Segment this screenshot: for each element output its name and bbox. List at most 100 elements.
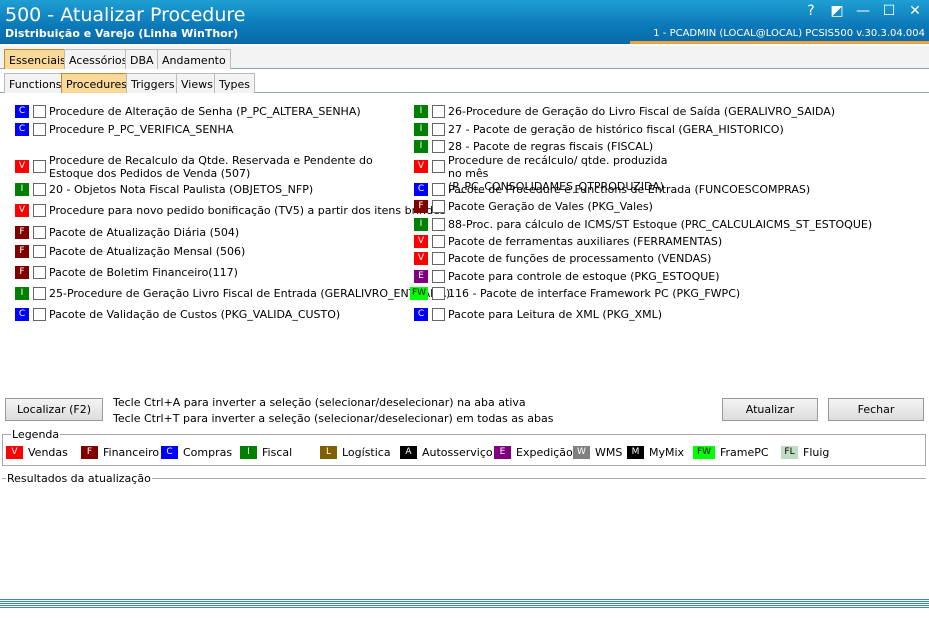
tab-views[interactable]: Views: [176, 73, 218, 93]
item-checkbox[interactable]: [432, 122, 445, 136]
item-checkbox[interactable]: [432, 234, 445, 248]
legend-badge: L: [320, 446, 337, 459]
list-item: V Pacote de funções de processamento (VEN…: [414, 250, 924, 266]
item-checkbox[interactable]: [33, 182, 46, 196]
category-badge: C: [414, 307, 428, 321]
tab-acessorios[interactable]: Acessórios: [64, 49, 133, 69]
legend-item: L Logística: [320, 446, 391, 459]
item-label: Procedure de Recalculo da Qtde. Reservad…: [49, 154, 373, 180]
list-item: F Pacote Geração de Vales (PKG_Vales): [414, 198, 924, 214]
category-badge: E: [414, 269, 428, 283]
item-label: Pacote para Leitura de XML (PKG_XML): [448, 307, 663, 321]
hint-ctrl-a: Tecle Ctrl+A para inverter a seleção (se…: [113, 396, 526, 409]
legend-label: Fiscal: [262, 446, 293, 459]
legend-badge: W: [573, 446, 590, 459]
legend-label: Logística: [342, 446, 391, 459]
item-checkbox[interactable]: [33, 286, 46, 300]
list-item: C Pacote de Validação de Custos (PKG_VALI…: [15, 306, 410, 322]
list-item: F Pacote de Boletim Financeiro(117): [15, 264, 410, 280]
tab-types[interactable]: Types: [214, 73, 255, 93]
legend-item: F Financeiro: [81, 446, 159, 459]
category-badge: C: [15, 104, 29, 118]
category-badge: V: [414, 251, 428, 265]
item-label: Pacote de Validação de Custos (PKG_VALID…: [49, 307, 341, 321]
item-checkbox[interactable]: [432, 251, 445, 265]
item-label: Pacote de funções de processamento (VEND…: [448, 251, 712, 265]
item-checkbox[interactable]: [432, 160, 445, 173]
category-badge: V: [15, 203, 29, 217]
item-checkbox[interactable]: [432, 139, 445, 153]
category-badge: FW: [410, 286, 428, 300]
legend-item: FW FramePC: [693, 446, 769, 459]
legend-panel: Legenda V Vendas F Financeiro C Compras I Fi…: [2, 428, 926, 466]
item-checkbox[interactable]: [33, 104, 46, 118]
item-checkbox[interactable]: [432, 182, 445, 196]
legend-item: W WMS: [573, 446, 622, 459]
legend-badge: FW: [693, 446, 715, 459]
legend-label: Expedição: [516, 446, 573, 459]
category-badge: V: [15, 160, 29, 173]
item-label: Pacote de Procedure e Functions de Entra…: [448, 182, 811, 196]
fechar-button[interactable]: Fechar: [828, 398, 924, 421]
legend-item: M MyMix: [627, 446, 684, 459]
legend-badge: A: [400, 446, 417, 459]
tab-procedures[interactable]: Procedures: [61, 73, 132, 93]
tab-triggers[interactable]: Triggers: [126, 73, 180, 93]
item-checkbox[interactable]: [432, 217, 445, 231]
tab-dba[interactable]: DBA: [125, 49, 159, 69]
window-controls: ? ◩ — ☐ ✕: [803, 3, 923, 19]
list-item: F Pacote de Atualização Mensal (506): [15, 243, 410, 259]
item-checkbox[interactable]: [33, 160, 46, 173]
item-checkbox[interactable]: [432, 307, 445, 321]
category-badge: I: [414, 217, 428, 231]
legend-item: V Vendas: [6, 446, 68, 459]
atualizar-button[interactable]: Atualizar: [722, 398, 818, 421]
list-item: FW 116 - Pacote de interface Framework PC…: [410, 285, 924, 301]
legend-badge: V: [6, 446, 23, 459]
item-checkbox[interactable]: [432, 269, 445, 283]
sub-tab-bar: Functions Procedures Triggers Views Type…: [0, 71, 929, 93]
legend-item: E Expedição: [494, 446, 573, 459]
item-checkbox[interactable]: [432, 104, 445, 118]
item-checkbox[interactable]: [33, 244, 46, 258]
item-label: Procedure P_PC_VERIFICA_SENHA: [49, 122, 234, 136]
legend-badge: C: [161, 446, 178, 459]
legend-item: I Fiscal: [240, 446, 292, 459]
help-icon[interactable]: ?: [803, 3, 819, 19]
close-icon[interactable]: ✕: [907, 3, 923, 19]
list-item: C Procedure P_PC_VERIFICA_SENHA: [15, 121, 410, 137]
results-title: Resultados da atualização: [6, 472, 152, 485]
item-checkbox[interactable]: [432, 286, 445, 300]
list-item: C Pacote para Leitura de XML (PKG_XML): [414, 306, 924, 322]
minimize-icon[interactable]: —: [855, 3, 871, 19]
item-label: 88-Proc. para cálculo de ICMS/ST Estoque…: [448, 217, 873, 231]
item-label: Procedure de Alteração de Senha (P_PC_AL…: [49, 104, 361, 118]
list-item: C Procedure de Alteração de Senha (P_PC_A…: [15, 103, 410, 119]
legend-item: C Compras: [161, 446, 232, 459]
legend-label: FramePC: [720, 446, 769, 459]
item-label: Pacote de ferramentas auxiliares (FERRAM…: [448, 234, 723, 248]
legend-label: WMS: [595, 446, 623, 459]
list-item: C Pacote de Procedure e Functions de Entr…: [414, 181, 924, 197]
item-label: Procedure para novo pedido bonificação (…: [49, 203, 446, 217]
item-label: Pacote para controle de estoque (PKG_EST…: [448, 269, 720, 283]
restore-icon[interactable]: ◩: [829, 3, 845, 19]
localizar-button[interactable]: Localizar (F2): [5, 398, 103, 421]
item-checkbox[interactable]: [432, 199, 445, 213]
maximize-icon[interactable]: ☐: [881, 3, 897, 19]
fechar-label: Fechar: [857, 403, 895, 416]
legend-label: Autosserviço: [422, 446, 493, 459]
tab-essenciais[interactable]: Essenciais: [4, 49, 71, 69]
legend-label: Compras: [183, 446, 233, 459]
list-item: F Pacote de Atualização Diária (504): [15, 224, 410, 240]
tab-functions[interactable]: Functions: [4, 73, 67, 93]
item-checkbox[interactable]: [33, 122, 46, 136]
legend-badge: M: [627, 446, 644, 459]
item-checkbox[interactable]: [33, 265, 46, 279]
item-checkbox[interactable]: [33, 307, 46, 321]
list-item: V Pacote de ferramentas auxiliares (FERRA…: [414, 233, 924, 249]
item-checkbox[interactable]: [33, 225, 46, 239]
list-item: I 88-Proc. para cálculo de ICMS/ST Estoqu…: [414, 216, 924, 232]
tab-andamento[interactable]: Andamento: [157, 49, 231, 69]
item-checkbox[interactable]: [33, 203, 46, 217]
